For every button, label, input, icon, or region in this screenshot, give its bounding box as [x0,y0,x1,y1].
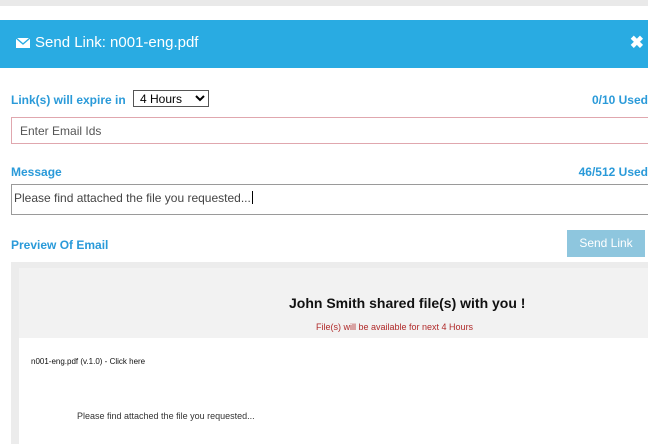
message-label: Message [11,165,62,179]
message-usage-count: 46/512 Used [578,165,648,179]
message-input[interactable]: Please find attached the file you reques… [11,184,648,215]
preview-availability: File(s) will be available for next 4 Hou… [316,322,474,332]
dialog-header: Send Link: n001-eng.pdf ✖ [0,20,648,68]
email-input[interactable] [12,118,648,143]
text-caret [251,191,253,204]
send-link-button[interactable]: Send Link [567,230,645,257]
preview-message: Please find attached the file you reques… [77,411,255,421]
preview-file-link[interactable]: n001-eng.pdf (v.1.0) - Click here [31,357,145,366]
email-preview-card: John Smith shared file(s) with you ! Fil… [19,268,648,444]
envelope-icon [16,38,30,48]
expiry-label: Link(s) will expire in [11,93,126,107]
recipient-usage-count: 0/10 Used [591,93,648,107]
preview-heading: John Smith shared file(s) with you ! [289,295,526,311]
send-link-dialog: Send Link: n001-eng.pdf ✖ Link(s) will e… [0,6,648,444]
email-field-wrapper [11,117,648,144]
email-preview-panel: John Smith shared file(s) with you ! Fil… [11,262,648,444]
close-icon[interactable]: ✖ [630,33,644,53]
email-preview-body [19,338,648,444]
message-text: Please find attached the file you reques… [14,191,253,205]
dialog-title: Send Link: n001-eng.pdf [35,34,199,51]
preview-label: Preview Of Email [11,238,109,252]
expiry-select[interactable]: 4 Hours [133,90,209,107]
